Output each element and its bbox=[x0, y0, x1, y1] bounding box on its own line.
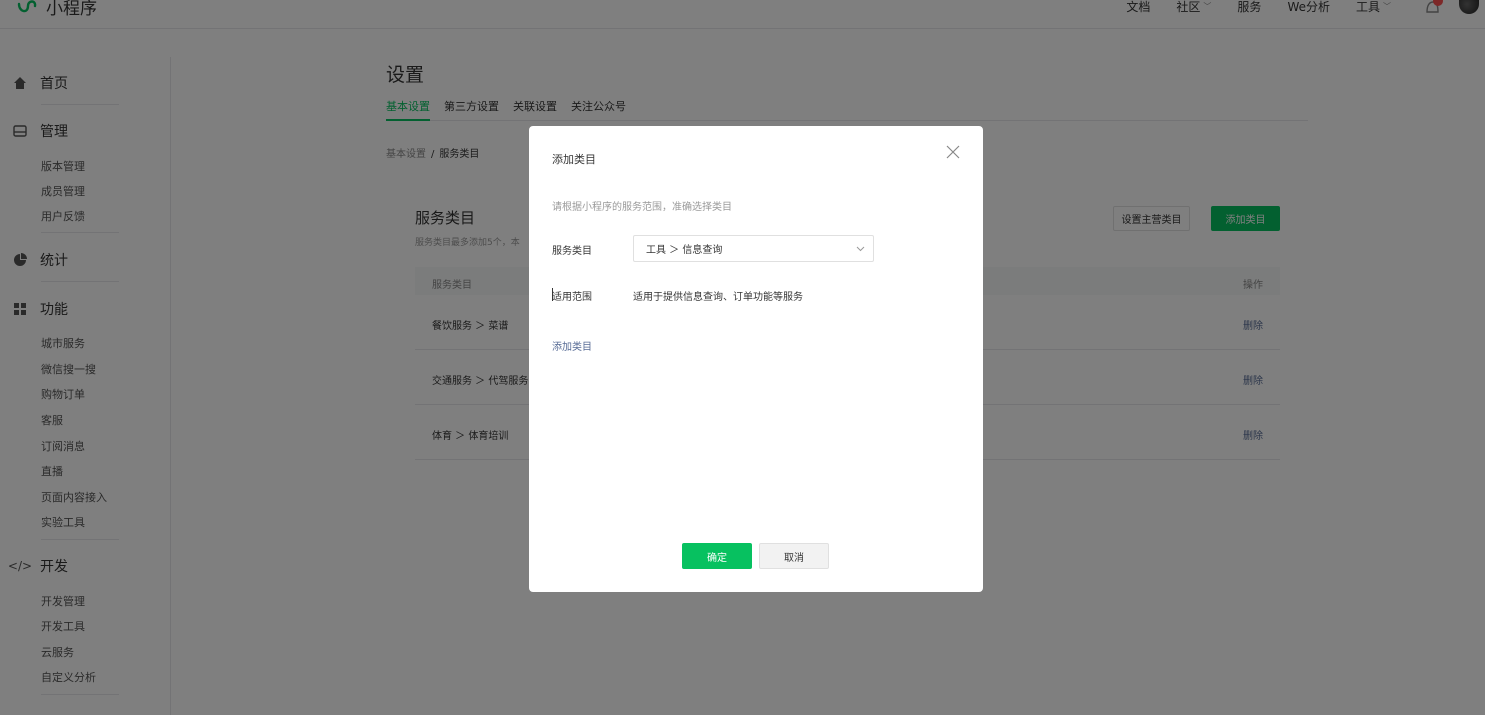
category-select[interactable]: 工具 ＞ 信息查询 bbox=[633, 235, 874, 262]
text-cursor bbox=[552, 288, 553, 301]
add-category-dialog: 添加类目 请根据小程序的服务范围，准确选择类目 服务类目 工具 ＞ 信息查询 适… bbox=[529, 126, 983, 592]
scope-label: 适用范围 bbox=[552, 292, 592, 303]
dialog-hint: 请根据小程序的服务范围，准确选择类目 bbox=[552, 202, 732, 213]
add-category-link[interactable]: 添加类目 bbox=[552, 338, 592, 353]
category-label: 服务类目 bbox=[552, 246, 592, 257]
cancel-button[interactable]: 取消 bbox=[759, 543, 829, 569]
dialog-title: 添加类目 bbox=[552, 153, 596, 166]
scope-value: 适用于提供信息查询、订单功能等服务 bbox=[633, 292, 803, 303]
category-select-value: 工具 ＞ 信息查询 bbox=[646, 245, 723, 256]
chevron-down-icon bbox=[856, 246, 865, 252]
confirm-button[interactable]: 确定 bbox=[682, 543, 752, 569]
close-icon[interactable] bbox=[945, 144, 961, 160]
